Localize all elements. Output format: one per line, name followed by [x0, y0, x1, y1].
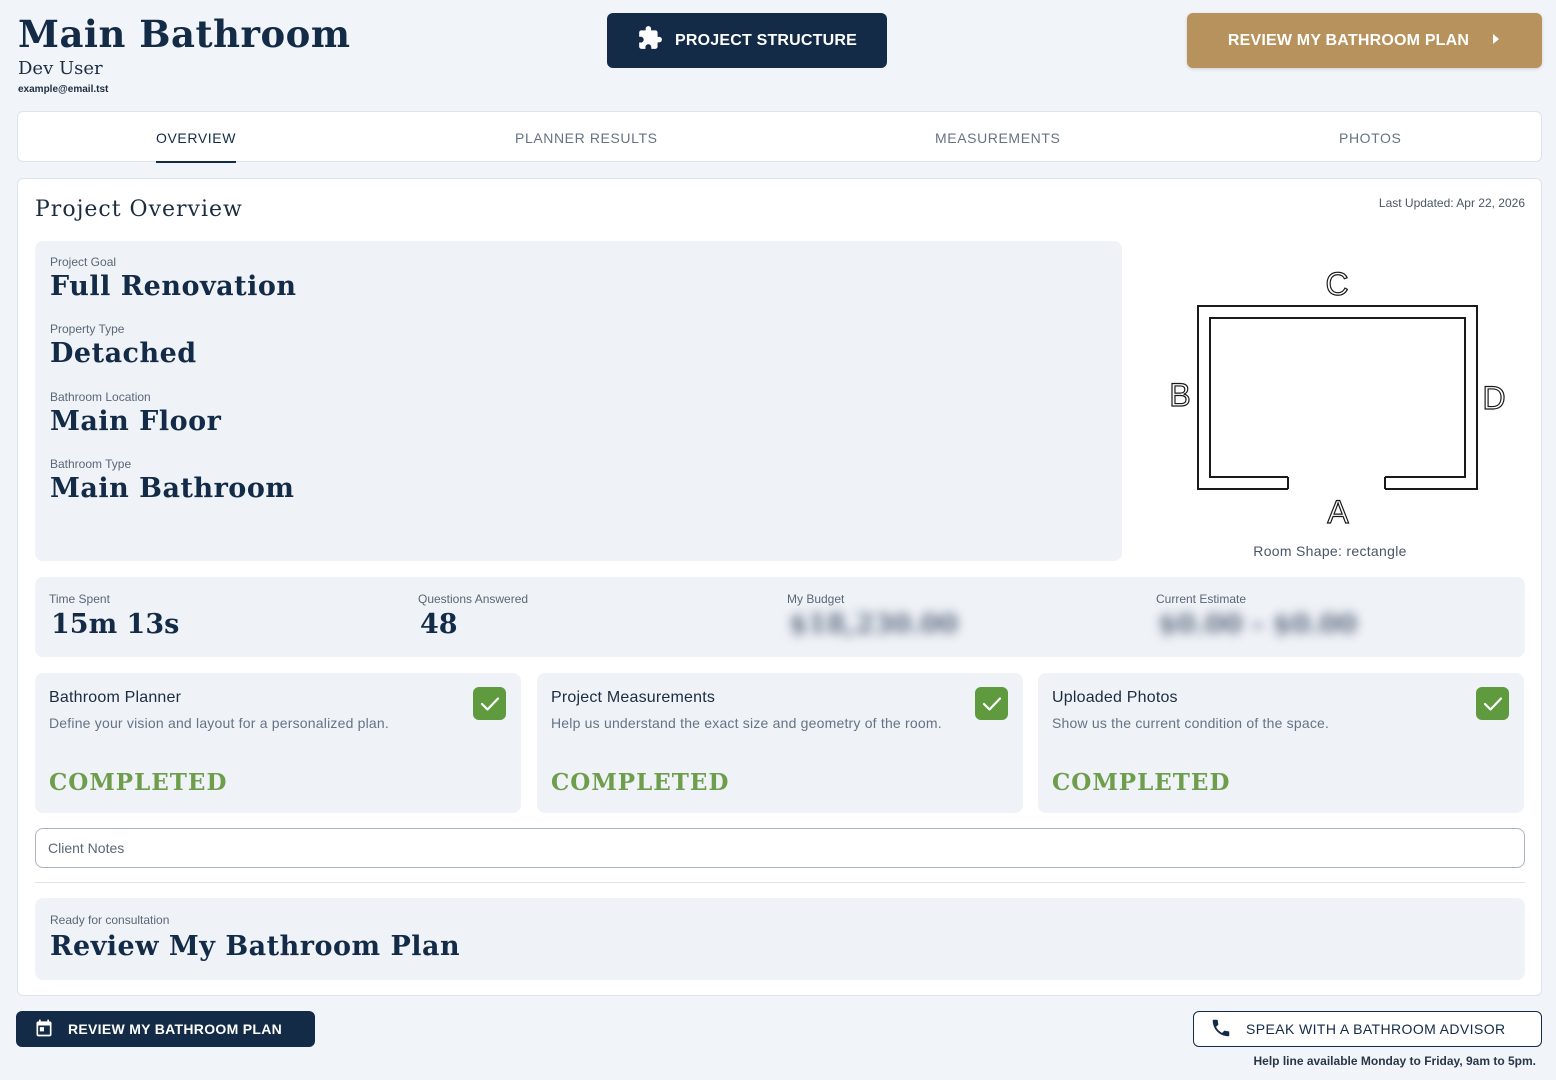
- stat-value: 48: [420, 609, 458, 640]
- last-updated: Last Updated: Apr 22, 2026: [1378, 196, 1525, 210]
- task-status: COMPLETED: [1052, 769, 1231, 796]
- wall-label-c: C: [1325, 266, 1348, 302]
- phone-icon: [1210, 1017, 1232, 1042]
- property-type-value: Detached: [50, 338, 197, 369]
- puzzle-icon: [637, 25, 663, 56]
- bathroom-type-label: Bathroom Type: [50, 457, 132, 471]
- user-email: example@email.tst: [18, 84, 109, 95]
- client-notes-field[interactable]: Client Notes: [35, 828, 1525, 868]
- task-card-planner[interactable]: Bathroom Planner Define your vision and …: [35, 673, 521, 813]
- overview-card: Project Overview Last Updated: Apr 22, 2…: [17, 178, 1542, 996]
- project-structure-label: PROJECT STRUCTURE: [674, 31, 858, 49]
- project-structure-button[interactable]: PROJECT STRUCTURE: [607, 13, 887, 68]
- tab-bar: OVERVIEW PLANNER RESULTS MEASUREMENTS PH…: [17, 111, 1542, 163]
- user-name: Dev User: [18, 58, 103, 79]
- project-details-panel: Project Goal Full Renovation Property Ty…: [35, 241, 1122, 561]
- check-icon: [473, 687, 506, 720]
- tab-overview[interactable]: OVERVIEW: [156, 112, 237, 163]
- project-goal-label: Project Goal: [50, 255, 117, 269]
- tab-photos[interactable]: PHOTOS: [1339, 112, 1401, 163]
- task-description: Define your vision and layout for a pers…: [49, 715, 389, 731]
- check-icon: [975, 687, 1008, 720]
- wall-label-a: A: [1327, 494, 1349, 530]
- divider: [35, 882, 1525, 883]
- stat-value: $0.00 - $0.00: [1158, 609, 1358, 640]
- section-title: Project Overview: [35, 197, 243, 222]
- stat-label: Time Spent: [49, 592, 110, 606]
- task-card-photos[interactable]: Uploaded Photos Show us the current cond…: [1038, 673, 1524, 813]
- room-shape-label: Room Shape: rectangle: [1253, 543, 1407, 559]
- speak-with-advisor-label: SPEAK WITH A BATHROOM ADVISOR: [1246, 1021, 1506, 1037]
- room-diagram: C B D A: [1169, 265, 1506, 530]
- stat-label: My Budget: [787, 592, 845, 606]
- review-plan-button-bottom[interactable]: REVIEW MY BATHROOM PLAN: [16, 1011, 315, 1047]
- property-type-label: Property Type: [50, 322, 125, 336]
- review-plan-label: REVIEW MY BATHROOM PLAN: [68, 1021, 283, 1037]
- stat-label: Current Estimate: [1156, 592, 1247, 606]
- review-plan-label: REVIEW MY BATHROOM PLAN: [1227, 31, 1470, 49]
- task-description: Help us understand the exact size and ge…: [551, 715, 942, 731]
- bathroom-location-label: Bathroom Location: [50, 390, 151, 404]
- check-icon: [1476, 687, 1509, 720]
- wall-label-b: B: [1169, 377, 1190, 413]
- consultation-label: Ready for consultation: [50, 913, 170, 927]
- bathroom-location-value: Main Floor: [50, 406, 222, 437]
- speak-with-advisor-button[interactable]: SPEAK WITH A BATHROOM ADVISOR: [1193, 1011, 1542, 1047]
- task-title: Uploaded Photos: [1052, 689, 1178, 706]
- page-title: Main Bathroom: [18, 12, 351, 56]
- help-line-text: Help line available Monday to Friday, 9a…: [1253, 1054, 1536, 1068]
- task-description: Show us the current condition of the spa…: [1052, 715, 1330, 731]
- task-title: Bathroom Planner: [49, 689, 182, 706]
- project-goal-value: Full Renovation: [50, 271, 297, 302]
- task-title: Project Measurements: [551, 689, 716, 706]
- bathroom-type-value: Main Bathroom: [50, 473, 295, 504]
- task-status: COMPLETED: [551, 769, 730, 796]
- task-card-measurements[interactable]: Project Measurements Help us understand …: [537, 673, 1023, 813]
- tab-measurements[interactable]: MEASUREMENTS: [935, 112, 1060, 163]
- stats-panel: Time Spent 15m 13s Questions Answered 48…: [35, 577, 1525, 657]
- task-status: COMPLETED: [49, 769, 228, 796]
- consultation-panel: Ready for consultation Review My Bathroo…: [35, 898, 1525, 980]
- client-notes-label: Client Notes: [48, 840, 125, 856]
- stat-value: $18,230.00: [789, 609, 959, 640]
- stat-value: 15m 13s: [51, 609, 180, 640]
- stat-label: Questions Answered: [418, 592, 529, 606]
- chevron-right-icon: [1491, 32, 1501, 50]
- review-plan-button-top[interactable]: REVIEW MY BATHROOM PLAN: [1187, 13, 1542, 68]
- calendar-icon: [34, 1018, 54, 1041]
- tab-planner-results[interactable]: PLANNER RESULTS: [515, 112, 658, 163]
- wall-label-d: D: [1482, 380, 1505, 416]
- consultation-value: Review My Bathroom Plan: [50, 931, 461, 962]
